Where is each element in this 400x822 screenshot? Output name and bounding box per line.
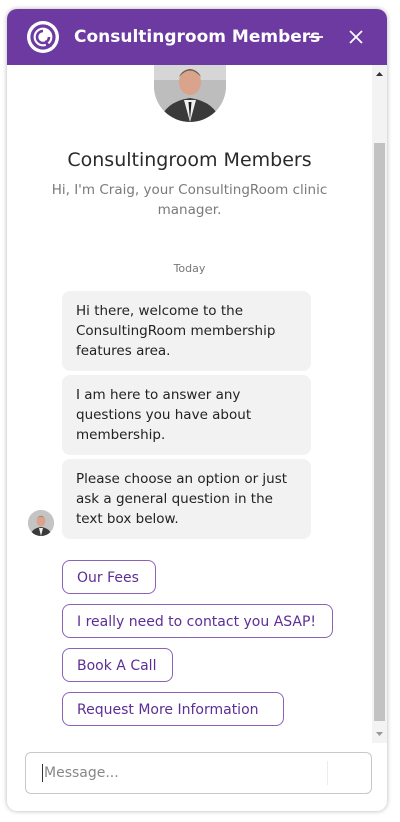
close-icon[interactable] bbox=[342, 23, 370, 51]
message-placeholder: Message... bbox=[44, 765, 119, 781]
chat-header: Consultingroom Members bbox=[7, 9, 387, 65]
option-request-info-button[interactable]: Request More Information bbox=[62, 692, 284, 726]
agent-avatar bbox=[154, 65, 226, 122]
option-book-call-button[interactable]: Book A Call bbox=[62, 648, 173, 682]
scrollbar[interactable] bbox=[372, 65, 387, 743]
message-bubble: Hi there, welcome to the ConsultingRoom … bbox=[62, 291, 311, 371]
scrollbar-thumb[interactable] bbox=[374, 143, 385, 721]
message-bubble: I am here to answer any questions you ha… bbox=[62, 375, 311, 455]
message-bubble: Please choose an option or just ask a ge… bbox=[62, 459, 311, 539]
option-our-fees-button[interactable]: Our Fees bbox=[62, 560, 156, 594]
chat-logo-icon bbox=[27, 21, 59, 53]
scroll-up-arrow-icon[interactable] bbox=[372, 65, 387, 83]
option-contact-asap-button[interactable]: I really need to contact you ASAP! bbox=[62, 604, 333, 638]
date-separator: Today bbox=[173, 262, 206, 275]
agent-avatar-small bbox=[28, 510, 54, 536]
bot-description: Hi, I'm Craig, your ConsultingRoom clini… bbox=[51, 182, 328, 218]
minimize-icon[interactable] bbox=[302, 23, 330, 51]
chat-title: Consultingroom Members bbox=[74, 27, 321, 47]
input-divider bbox=[327, 761, 328, 785]
text-cursor bbox=[42, 764, 43, 782]
chat-body[interactable]: Consultingroom Members Hi, I'm Craig, yo… bbox=[7, 65, 372, 743]
message-input[interactable]: Message... bbox=[25, 752, 372, 794]
chat-widget: Consultingroom Members Consultingroom Me… bbox=[7, 9, 387, 811]
scroll-down-arrow-icon[interactable] bbox=[372, 725, 387, 743]
bot-name: Consultingroom Members bbox=[67, 149, 312, 171]
